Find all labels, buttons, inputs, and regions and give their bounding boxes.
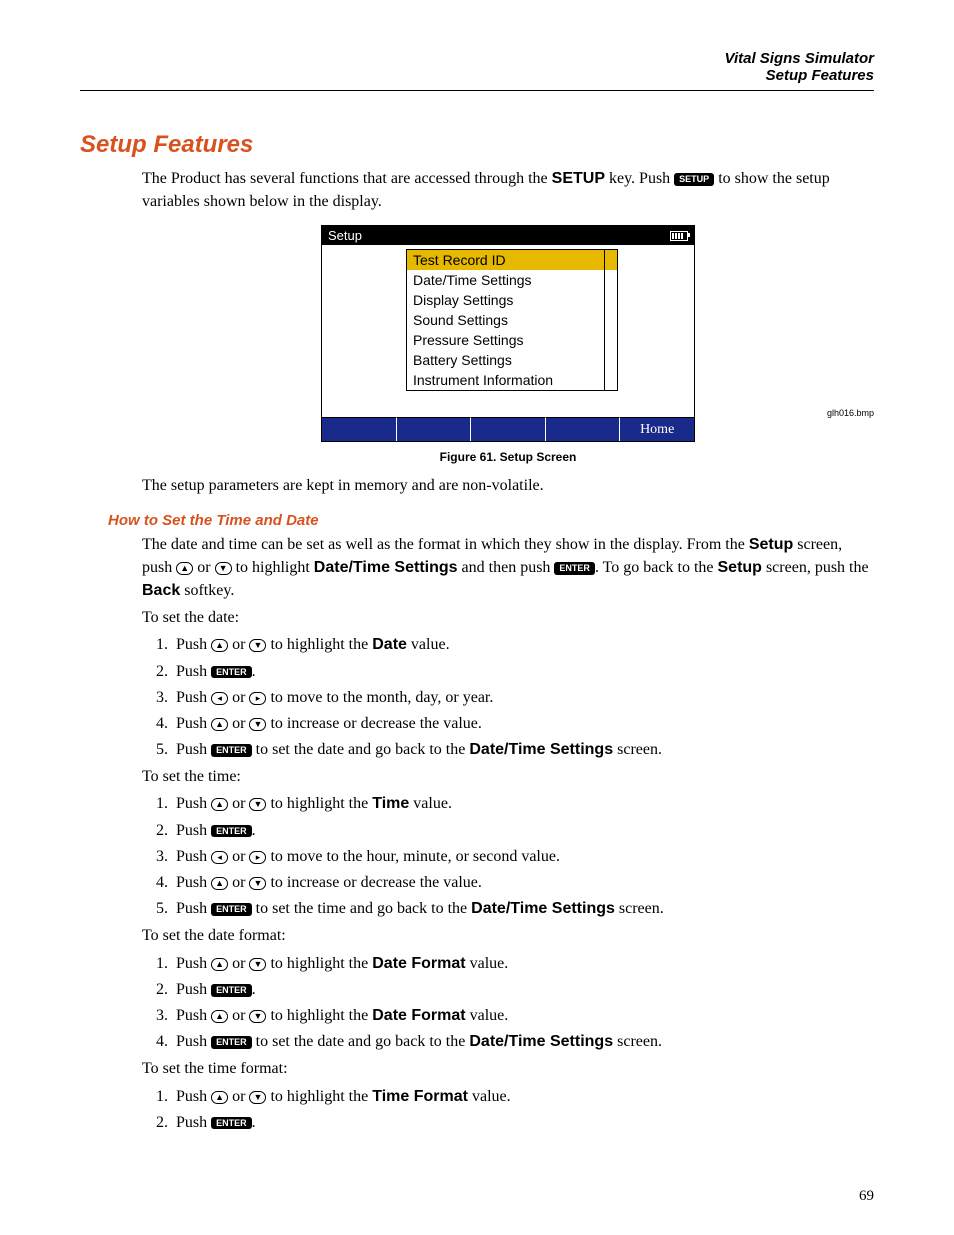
to-set-date-format: To set the date format: <box>142 924 874 947</box>
down-arrow-icon: ▼ <box>249 718 266 731</box>
up-arrow-icon: ▲ <box>211 958 228 971</box>
to-set-date: To set the date: <box>142 606 874 629</box>
enter-key-icon: ENTER <box>554 562 595 575</box>
down-arrow-icon: ▼ <box>249 1091 266 1104</box>
to-set-time: To set the time: <box>142 765 874 788</box>
right-arrow-icon: ▸ <box>249 692 266 705</box>
battery-icon <box>670 231 688 241</box>
up-arrow-icon: ▲ <box>211 877 228 890</box>
setup-screen: Setup Test Record ID Date/Time Settings … <box>321 225 695 442</box>
up-arrow-icon: ▲ <box>211 1091 228 1104</box>
up-arrow-icon: ▲ <box>211 639 228 652</box>
down-arrow-icon: ▼ <box>249 877 266 890</box>
left-arrow-icon: ◂ <box>211 692 228 705</box>
up-arrow-icon: ▲ <box>176 562 193 575</box>
list-item: Battery Settings <box>407 350 617 370</box>
list-item: Display Settings <box>407 290 617 310</box>
softkey <box>322 417 397 441</box>
date-steps: Push ▲ or ▼ to highlight the Date value.… <box>142 633 874 761</box>
list-item: Test Record ID <box>407 250 617 270</box>
up-arrow-icon: ▲ <box>211 1010 228 1023</box>
setup-key-icon: SETUP <box>674 173 714 186</box>
down-arrow-icon: ▼ <box>249 639 266 652</box>
enter-key-icon: ENTER <box>211 1036 252 1049</box>
enter-key-icon: ENTER <box>211 666 252 679</box>
list-item: Pressure Settings <box>407 330 617 350</box>
after-figure-text: The setup parameters are kept in memory … <box>142 474 874 497</box>
up-arrow-icon: ▲ <box>211 798 228 811</box>
softkey <box>546 417 621 441</box>
enter-key-icon: ENTER <box>211 825 252 838</box>
time-format-steps: Push ▲ or ▼ to highlight the Time Format… <box>142 1085 874 1134</box>
softkey <box>471 417 546 441</box>
enter-key-icon: ENTER <box>211 744 252 757</box>
header-rule <box>80 90 874 91</box>
sub-intro-paragraph: The date and time can be set as well as … <box>142 533 874 603</box>
intro-paragraph: The Product has several functions that a… <box>142 167 874 213</box>
down-arrow-icon: ▼ <box>249 958 266 971</box>
enter-key-icon: ENTER <box>211 1117 252 1130</box>
setup-key-word: SETUP <box>552 170 605 187</box>
down-arrow-icon: ▼ <box>249 798 266 811</box>
down-arrow-icon: ▼ <box>215 562 232 575</box>
header-subtitle: Setup Features <box>80 67 874 84</box>
date-format-steps: Push ▲ or ▼ to highlight the Date Format… <box>142 952 874 1054</box>
time-steps: Push ▲ or ▼ to highlight the Time value.… <box>142 792 874 920</box>
enter-key-icon: ENTER <box>211 903 252 916</box>
screen-title: Setup <box>328 228 362 243</box>
softkey-home: Home <box>620 417 694 441</box>
page-number: 69 <box>859 1188 874 1205</box>
up-arrow-icon: ▲ <box>211 718 228 731</box>
bmp-label: glh016.bmp <box>827 408 874 418</box>
right-arrow-icon: ▸ <box>249 851 266 864</box>
down-arrow-icon: ▼ <box>249 1010 266 1023</box>
list-item: Sound Settings <box>407 310 617 330</box>
list-item: Instrument Information <box>407 370 617 390</box>
left-arrow-icon: ◂ <box>211 851 228 864</box>
setup-listbox: Test Record ID Date/Time Settings Displa… <box>406 249 618 391</box>
section-heading: Setup Features <box>80 131 874 159</box>
scrollbar <box>604 250 617 390</box>
list-item: Date/Time Settings <box>407 270 617 290</box>
softkey <box>397 417 472 441</box>
header-title: Vital Signs Simulator <box>80 50 874 67</box>
figure-caption: Figure 61. Setup Screen <box>142 450 874 464</box>
to-set-time-format: To set the time format: <box>142 1057 874 1080</box>
subheading: How to Set the Time and Date <box>108 512 874 529</box>
enter-key-icon: ENTER <box>211 984 252 997</box>
